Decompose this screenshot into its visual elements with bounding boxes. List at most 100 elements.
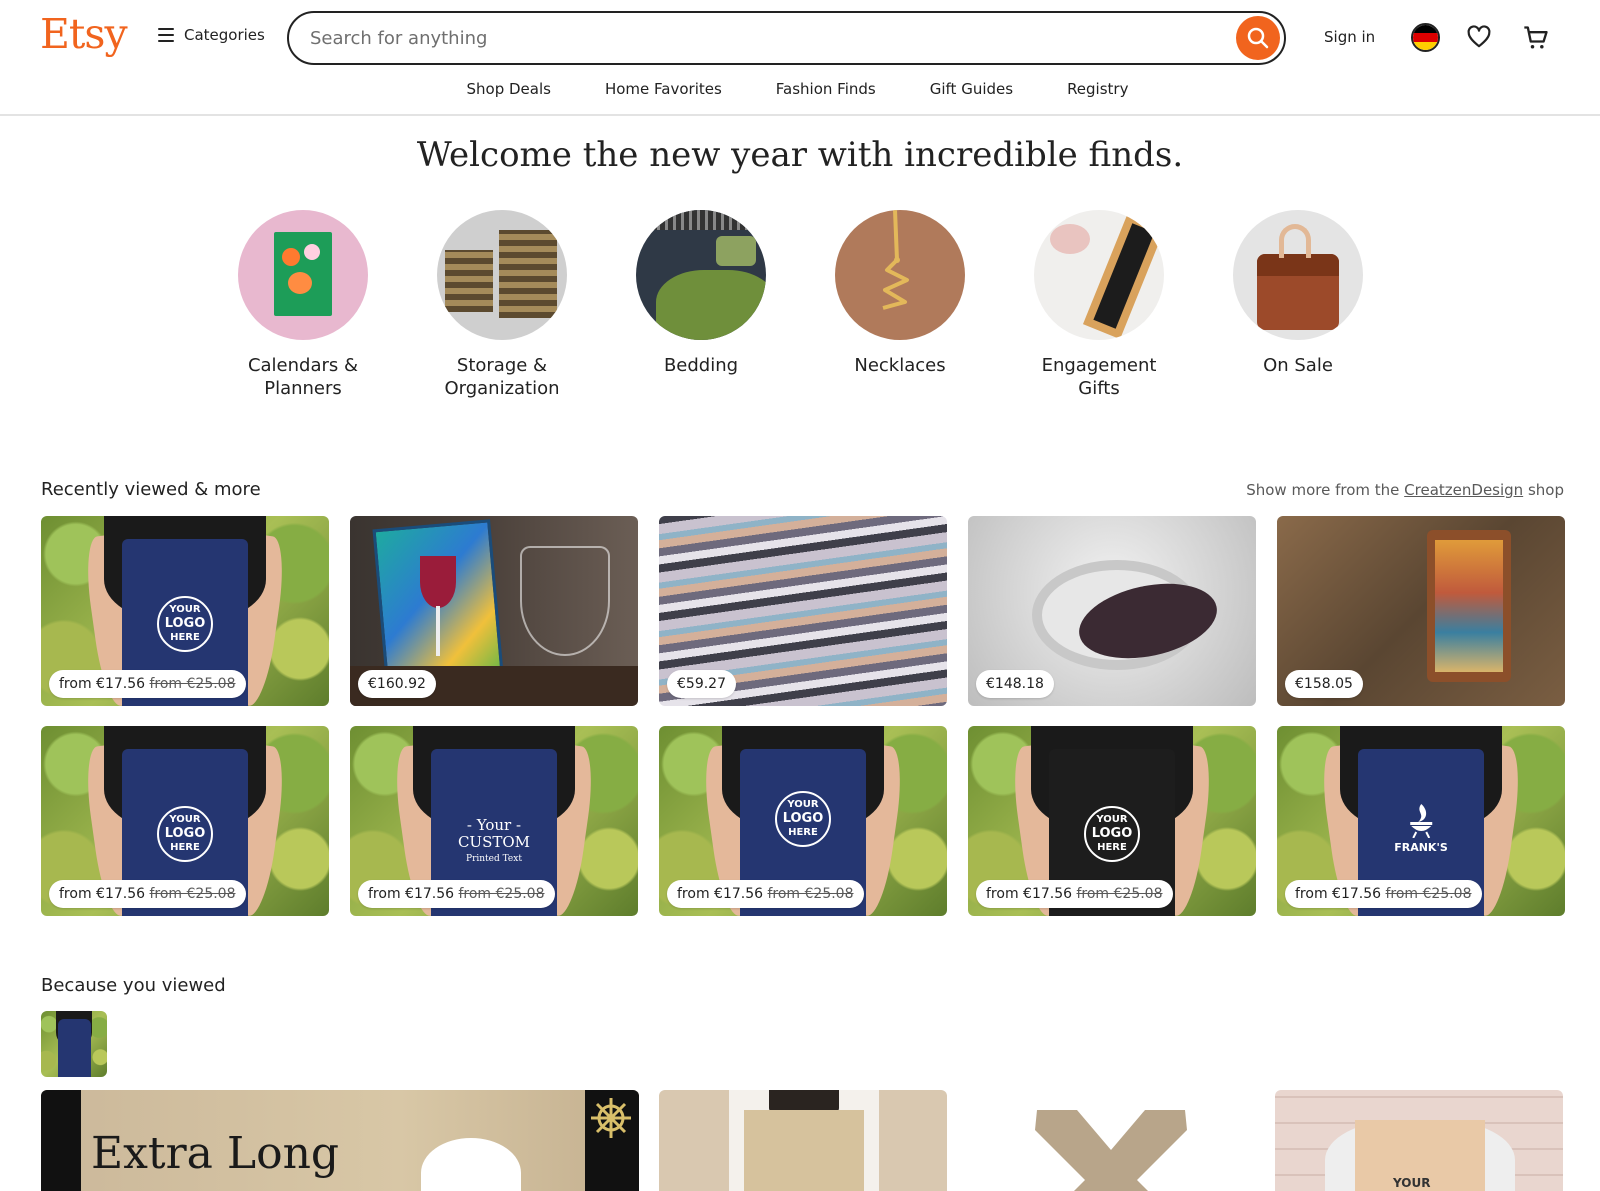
category-label: Necklaces bbox=[854, 355, 946, 376]
search-button[interactable] bbox=[1236, 16, 1280, 60]
category-label: Storage & Organization bbox=[444, 355, 560, 399]
recently-viewed-heading: Recently viewed & more bbox=[41, 479, 261, 500]
product-tile[interactable]: YOUR LOGO HERE from €17.56 from €25.08 bbox=[659, 726, 947, 916]
product-tile[interactable]: YOUR LOGO HERE from €17.56 from €25.08 bbox=[968, 726, 1256, 916]
product-tile[interactable]: €160.92 bbox=[350, 516, 638, 706]
price-current: from €17.56 bbox=[59, 676, 146, 692]
product-tile[interactable]: FRANK'S from €17.56 from €25.08 bbox=[1277, 726, 1565, 916]
recommendation-tile[interactable] bbox=[967, 1090, 1255, 1191]
price-original: from €25.08 bbox=[458, 886, 545, 902]
bag-icon bbox=[1233, 210, 1363, 340]
price-current: from €17.56 bbox=[1295, 886, 1382, 902]
search-icon bbox=[1247, 27, 1269, 49]
category-necklaces[interactable]: Necklaces bbox=[835, 210, 965, 400]
apron-text: YOUR bbox=[1393, 1176, 1431, 1190]
nav-shop-deals[interactable]: Shop Deals bbox=[440, 80, 578, 98]
germany-flag-icon[interactable] bbox=[1411, 23, 1440, 52]
hamburger-icon bbox=[158, 28, 174, 42]
nav-home-favorites[interactable]: Home Favorites bbox=[578, 80, 749, 98]
sign-in-link[interactable]: Sign in bbox=[1324, 28, 1375, 46]
product-tile[interactable]: €59.27 bbox=[659, 516, 947, 706]
logo-text-mid: LOGO bbox=[782, 810, 824, 826]
category-storage[interactable]: Storage & Organization bbox=[437, 210, 567, 400]
category-bedding[interactable]: Bedding bbox=[636, 210, 766, 400]
shop-link[interactable]: CreatzenDesign bbox=[1404, 481, 1523, 499]
etsy-logo[interactable]: Etsy bbox=[40, 10, 128, 58]
apron-straps-image bbox=[1035, 1110, 1187, 1191]
product-tile[interactable]: €148.18 bbox=[968, 516, 1256, 706]
logo-placeholder: YOUR LOGO HERE bbox=[774, 790, 831, 847]
basket-icon bbox=[437, 210, 567, 340]
nav-gift-guides[interactable]: Gift Guides bbox=[903, 80, 1040, 98]
heart-icon[interactable] bbox=[1466, 24, 1492, 50]
price-badge: from €17.56 from €25.08 bbox=[49, 670, 246, 698]
category-label: On Sale bbox=[1263, 355, 1333, 376]
price-original: from €25.08 bbox=[1076, 886, 1163, 902]
viewed-item-thumbnail[interactable] bbox=[41, 1011, 107, 1077]
price-current: €59.27 bbox=[677, 676, 726, 692]
price-badge: €160.92 bbox=[358, 670, 436, 698]
price-badge: from €17.56 from €25.08 bbox=[667, 880, 864, 908]
product-tile[interactable]: YOUR LOGO HERE from €17.56 from €25.08 bbox=[41, 516, 329, 706]
nav-registry[interactable]: Registry bbox=[1040, 80, 1155, 98]
show-more-prefix: Show more from the bbox=[1246, 481, 1400, 499]
custom-text-mid: CUSTOM bbox=[457, 833, 531, 852]
logo-text-bottom: HERE bbox=[170, 841, 200, 853]
custom-text-top: - Your - bbox=[466, 816, 522, 835]
search-input[interactable] bbox=[310, 27, 1236, 49]
top-nav: Shop Deals Home Favorites Fashion Finds … bbox=[0, 80, 1600, 98]
custom-text-print: - Your - CUSTOM Printed Text bbox=[458, 817, 530, 868]
welcome-heading: Welcome the new year with incredible fin… bbox=[416, 135, 1184, 175]
recommendation-tile[interactable]: YOUR bbox=[1275, 1090, 1563, 1191]
cart-icon[interactable] bbox=[1522, 24, 1550, 52]
logo-text-mid: LOGO bbox=[164, 615, 206, 631]
price-current: from €17.56 bbox=[986, 886, 1073, 902]
categories-label: Categories bbox=[184, 26, 265, 44]
category-engagement-gifts[interactable]: Engagement Gifts bbox=[1034, 210, 1164, 400]
logo-text-mid: LOGO bbox=[1091, 825, 1133, 841]
price-badge: €59.27 bbox=[667, 670, 736, 698]
logo-placeholder: YOUR LOGO HERE bbox=[1083, 805, 1140, 862]
category-label: Calendars & Planners bbox=[247, 355, 359, 399]
logo-text-top: YOUR bbox=[169, 813, 201, 825]
nav-fashion-finds[interactable]: Fashion Finds bbox=[749, 80, 903, 98]
price-original: from €25.08 bbox=[149, 886, 236, 902]
categories-menu-button[interactable]: Categories bbox=[158, 26, 265, 44]
price-badge: €158.05 bbox=[1285, 670, 1363, 698]
product-tile[interactable]: YOUR LOGO HERE from €17.56 from €25.08 bbox=[41, 726, 329, 916]
price-current: from €17.56 bbox=[677, 886, 764, 902]
show-more-text: Show more from the CreatzenDesign shop bbox=[1246, 481, 1564, 499]
price-current: €160.92 bbox=[368, 676, 426, 692]
search-bar bbox=[287, 11, 1286, 65]
bed-icon bbox=[636, 210, 766, 340]
franks-print: FRANK'S bbox=[1394, 802, 1448, 854]
site-header: Etsy Categories Sign in Shop Deals Home … bbox=[0, 0, 1600, 116]
logo-text-bottom: HERE bbox=[1097, 841, 1127, 853]
recently-viewed-row-1: YOUR LOGO HERE from €17.56 from €25.08 €… bbox=[41, 516, 1565, 706]
category-on-sale[interactable]: On Sale bbox=[1233, 210, 1363, 400]
price-original: from €25.08 bbox=[767, 886, 854, 902]
price-badge: from €17.56 from €25.08 bbox=[49, 880, 246, 908]
necklace-icon bbox=[835, 210, 965, 340]
recommendation-tile[interactable] bbox=[659, 1090, 947, 1191]
logo-placeholder: YOUR LOGO HERE bbox=[156, 595, 213, 652]
because-you-viewed-heading: Because you viewed bbox=[41, 975, 226, 996]
wine-box-icon bbox=[1034, 210, 1164, 340]
logo-text-bottom: HERE bbox=[170, 631, 200, 643]
logo-text-bottom: HERE bbox=[788, 826, 818, 838]
product-tile[interactable]: - Your - CUSTOM Printed Text from €17.56… bbox=[350, 726, 638, 916]
price-badge: from €17.56 from €25.08 bbox=[358, 880, 555, 908]
product-tile[interactable]: €158.05 bbox=[1277, 516, 1565, 706]
logo-placeholder: YOUR LOGO HERE bbox=[156, 805, 213, 862]
price-current: €158.05 bbox=[1295, 676, 1353, 692]
price-original: from €25.08 bbox=[149, 676, 236, 692]
price-badge: from €17.56 from €25.08 bbox=[1285, 880, 1482, 908]
category-circles: Calendars & Planners Storage & Organizat… bbox=[238, 210, 1363, 400]
show-more-suffix: shop bbox=[1527, 481, 1564, 499]
category-calendars[interactable]: Calendars & Planners bbox=[238, 210, 368, 400]
recommendation-tile-wide[interactable]: Extra Long bbox=[41, 1090, 639, 1191]
price-current: from €17.56 bbox=[368, 886, 455, 902]
recently-viewed-row-2: YOUR LOGO HERE from €17.56 from €25.08 -… bbox=[41, 726, 1565, 916]
calendar-icon bbox=[238, 210, 368, 340]
logo-text-top: YOUR bbox=[787, 798, 819, 810]
